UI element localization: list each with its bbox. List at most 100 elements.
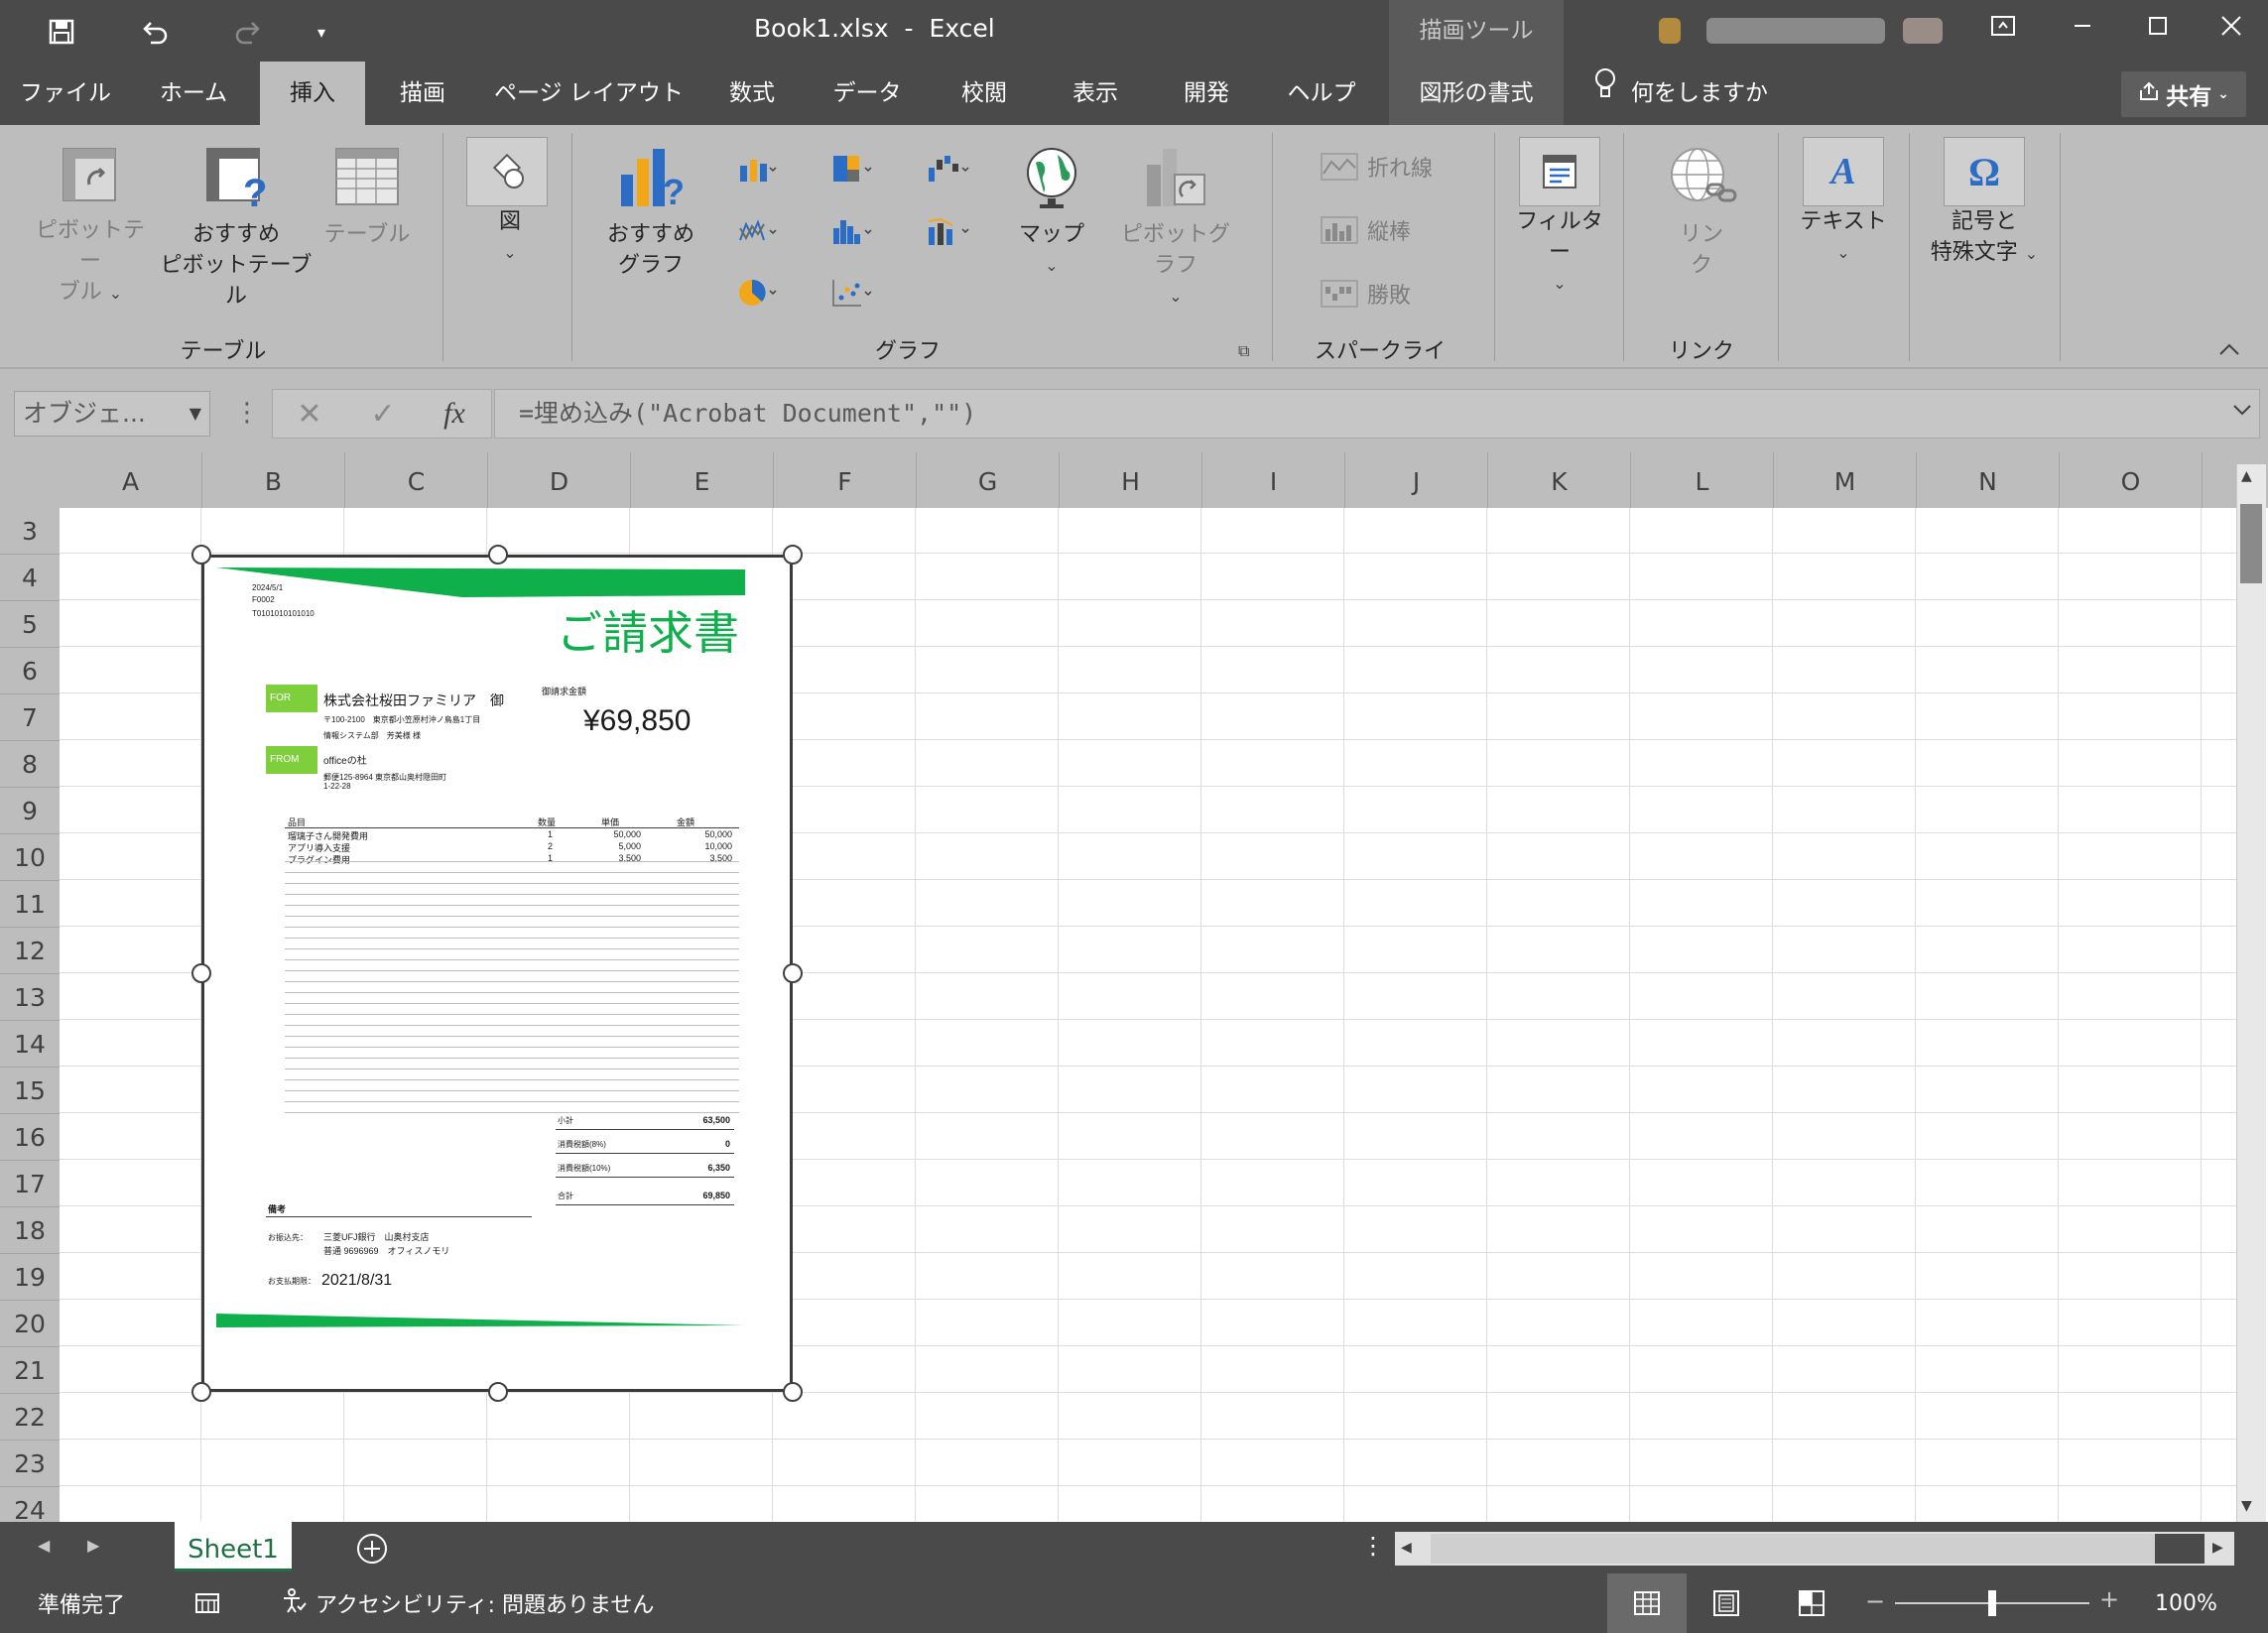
recommended-charts-button[interactable]: ? おすすめ グラフ (601, 145, 700, 281)
row-header[interactable]: 10 (0, 834, 60, 881)
tab-split-grip-icon[interactable]: ⋮ (1361, 1532, 1385, 1560)
redo-icon[interactable] (226, 10, 270, 54)
save-icon[interactable] (40, 10, 83, 54)
resize-handle-bottom-left[interactable] (191, 1382, 211, 1402)
column-header[interactable]: H (1060, 452, 1202, 508)
column-header[interactable]: O (2060, 452, 2203, 508)
scroll-right-icon[interactable]: ▶ (2212, 1540, 2223, 1556)
column-header[interactable]: G (917, 452, 1060, 508)
tab-help[interactable]: ヘルプ (1274, 62, 1369, 125)
row-header[interactable]: 8 (0, 741, 60, 788)
text-button[interactable]: A テキスト ⌄ (1794, 137, 1893, 268)
scroll-down-icon[interactable]: ▼ (2241, 1498, 2252, 1514)
resize-handle-bottom-right[interactable] (783, 1382, 803, 1402)
sheet-tab-sheet1[interactable]: Sheet1 (175, 1522, 292, 1571)
row-header[interactable]: 14 (0, 1021, 60, 1068)
maps-button[interactable]: マップ ⌄ (1004, 145, 1099, 281)
pivot-chart-button[interactable]: ピボットグラフ ⌄ (1111, 145, 1240, 312)
close-icon[interactable] (2197, 0, 2266, 52)
undo-icon[interactable] (133, 10, 177, 54)
waterfall-chart-icon[interactable] (923, 151, 974, 188)
scroll-up-icon[interactable]: ▲ (2241, 468, 2252, 484)
column-chart-icon[interactable] (732, 151, 784, 188)
name-box[interactable]: オブジェ... ▼ (14, 391, 210, 437)
resize-handle-top-left[interactable] (191, 545, 211, 565)
column-header[interactable]: C (345, 452, 488, 508)
horizontal-scrollbar[interactable]: ◀ ▶ (1395, 1532, 2234, 1566)
new-sheet-icon[interactable] (355, 1532, 389, 1570)
column-header[interactable]: K (1488, 452, 1631, 508)
share-button[interactable]: 共有 ⌄ (2121, 71, 2246, 117)
filter-button[interactable]: フィルター ⌄ (1508, 137, 1611, 299)
row-header[interactable]: 16 (0, 1114, 60, 1161)
page-layout-view-icon[interactable] (1712, 1589, 1740, 1623)
column-header[interactable]: B (202, 452, 345, 508)
normal-view-icon[interactable] (1607, 1573, 1687, 1633)
collapse-ribbon-icon[interactable] (2218, 337, 2240, 361)
zoom-out-icon[interactable]: − (1865, 1587, 1885, 1615)
tab-view[interactable]: 表示 (1048, 62, 1143, 125)
tab-developer[interactable]: 開発 (1159, 62, 1254, 125)
scroll-sheets-right-icon[interactable]: ▶ (87, 1536, 99, 1555)
formula-bar-grip-icon[interactable]: ⋮ (234, 391, 260, 437)
row-header[interactable]: 5 (0, 601, 60, 648)
scroll-left-icon[interactable]: ◀ (1401, 1540, 1412, 1556)
column-header[interactable]: J (1345, 452, 1488, 508)
scatter-chart-icon[interactable] (827, 274, 879, 312)
resize-handle-left[interactable] (191, 963, 211, 983)
maximize-icon[interactable] (2123, 0, 2193, 52)
hierarchy-chart-icon[interactable] (827, 151, 879, 188)
row-header[interactable]: 23 (0, 1441, 60, 1487)
recommended-pivot-table-button[interactable]: ? おすすめ ピボットテーブル (159, 145, 314, 312)
row-header[interactable]: 3 (0, 508, 60, 555)
minimize-icon[interactable] (2048, 0, 2117, 52)
account-area[interactable] (1647, 12, 1954, 50)
pivot-table-button[interactable]: ピボットテー ブル ⌄ (26, 145, 155, 309)
combo-chart-icon[interactable] (923, 212, 974, 250)
tab-formulas[interactable]: 数式 (704, 62, 800, 125)
resize-handle-top-right[interactable] (783, 545, 803, 565)
line-chart-icon[interactable] (732, 212, 784, 250)
tell-me-search[interactable]: 何をしますか (1593, 62, 1768, 125)
formula-input[interactable]: =埋め込み("Acrobat Document","") (494, 389, 2260, 439)
row-header[interactable]: 6 (0, 648, 60, 694)
vertical-scroll-thumb[interactable] (2240, 504, 2262, 583)
row-header[interactable]: 7 (0, 694, 60, 741)
row-header[interactable]: 17 (0, 1161, 60, 1207)
row-header[interactable]: 11 (0, 881, 60, 928)
row-header[interactable]: 22 (0, 1394, 60, 1441)
macro-record-icon[interactable] (194, 1573, 220, 1633)
resize-handle-top[interactable] (488, 545, 508, 565)
zoom-level[interactable]: 100% (2155, 1573, 2217, 1633)
accessibility-status[interactable]: アクセシビリティ: 問題ありません (280, 1573, 654, 1633)
column-header[interactable]: I (1202, 452, 1345, 508)
tab-draw[interactable]: 描画 (375, 62, 470, 125)
embedded-acrobat-object[interactable]: 2024/5/1 F0002 T0101010101010 ご請求書 FOR 株… (191, 545, 803, 1402)
name-box-dropdown-icon[interactable]: ▼ (189, 392, 201, 436)
customize-icon[interactable]: ▾ (300, 10, 343, 54)
column-header[interactable]: L (1631, 452, 1774, 508)
row-header[interactable]: 9 (0, 788, 60, 834)
tab-page-layout[interactable]: ページ レイアウト (494, 62, 684, 125)
column-header[interactable]: A (60, 452, 202, 508)
row-header[interactable]: 24 (0, 1487, 60, 1522)
link-button[interactable]: リン ク (1647, 145, 1756, 281)
cancel-icon[interactable]: ✕ (288, 391, 331, 437)
row-header[interactable]: 12 (0, 928, 60, 974)
zoom-slider[interactable] (1895, 1590, 2089, 1616)
column-header[interactable]: E (631, 452, 774, 508)
page-break-preview-icon[interactable] (1798, 1589, 1826, 1623)
expand-formula-bar-icon[interactable] (2232, 401, 2252, 422)
column-header[interactable]: F (774, 452, 917, 508)
row-header[interactable]: 21 (0, 1347, 60, 1394)
illustrations-button[interactable]: 図 ⌄ (466, 137, 554, 268)
scroll-sheets-left-icon[interactable]: ◀ (38, 1536, 50, 1555)
column-header[interactable]: D (488, 452, 631, 508)
zoom-in-icon[interactable]: + (2099, 1585, 2119, 1613)
enter-icon[interactable]: ✓ (361, 391, 405, 437)
tab-home[interactable]: ホーム (141, 62, 246, 125)
resize-handle-bottom[interactable] (488, 1382, 508, 1402)
row-header[interactable]: 18 (0, 1207, 60, 1254)
insert-function-icon[interactable]: fx (433, 391, 476, 437)
chart-dialog-launcher-icon[interactable]: ⧉ (1238, 341, 1249, 361)
